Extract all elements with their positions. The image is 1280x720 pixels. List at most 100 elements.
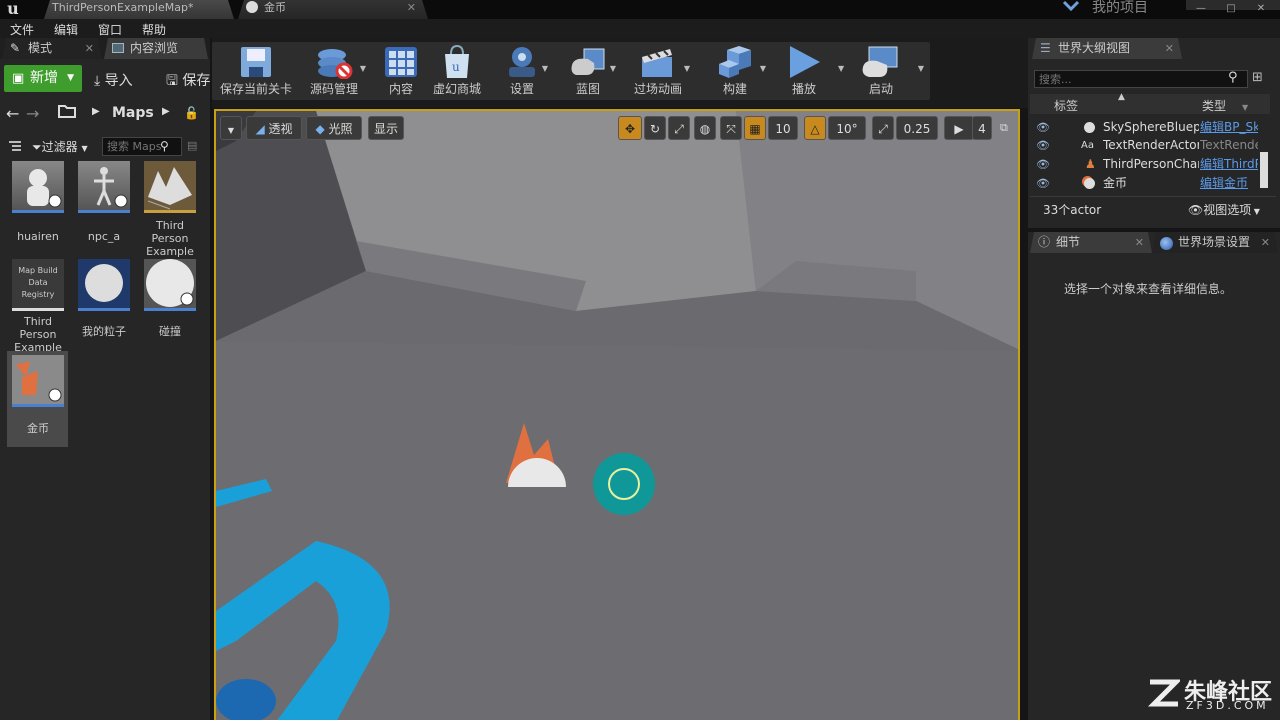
visibility-eye-icon[interactable]: 👁 [1036,118,1050,137]
chevron-down-icon[interactable]: ▼ [610,64,616,73]
show-label: 显示 [373,122,398,136]
label-column-header[interactable]: 标签 [1054,97,1078,114]
asset-thumbnail[interactable] [144,161,196,213]
asset-thumbnail[interactable] [12,161,64,213]
build-button[interactable]: 构建 ▼ [700,42,770,100]
tab-modes[interactable]: ✎ 模式 ✕ [2,38,102,59]
rotate-tool-icon[interactable]: ↻ [644,116,666,140]
maximize-viewport-icon[interactable]: ⧉ [1000,121,1008,135]
tab-coin-blueprint[interactable]: 金币 ✕ [238,0,428,19]
chevron-down-icon[interactable]: ▼ [760,64,766,73]
camera-speed-icon[interactable]: ▶ [944,116,974,140]
visibility-eye-icon[interactable]: 👁 [1036,174,1050,193]
back-arrow-icon[interactable]: ← [6,104,19,123]
actor-type-link[interactable]: 编辑ThirdPerson [1200,155,1258,174]
source-control-button[interactable]: 源码管理 ▼ [298,42,370,100]
outliner-row[interactable]: 👁 金币 编辑金币 [1030,174,1262,193]
actor-type-link[interactable]: 编辑金币 [1200,174,1258,193]
world-local-icon[interactable]: ◍ [694,116,716,140]
tab-content-browser[interactable]: 内容浏览 [104,38,208,59]
play-button[interactable]: 播放 [776,42,832,100]
visibility-eye-icon[interactable]: 👁 [1036,155,1050,174]
import-button[interactable]: ⤓ 导入 [94,70,133,90]
create-folder-icon[interactable]: ⊞ [1252,70,1263,85]
asset-thumbnail[interactable] [78,161,130,213]
actor-type-link[interactable]: 编辑BP_Sky [1200,118,1258,137]
lighting-mode-button[interactable]: ◆ 光照 [306,116,362,140]
chevron-down-icon[interactable]: ▼ [918,64,924,73]
rotation-snap-icon[interactable]: △ [804,116,826,140]
outliner-row[interactable]: 👁 SkySphereBlueprint 编辑BP_Sky [1030,118,1262,137]
close-icon[interactable]: ✕ [85,38,94,59]
camera-speed-value[interactable]: 4 [972,116,992,140]
view-options-icon[interactable]: ▤ [187,139,197,152]
details-empty-message: 选择一个对象来查看详细信息。 [1063,282,1232,296]
close-window-button[interactable]: ✕ [1246,4,1276,14]
tab-details[interactable]: ⓘ 细节 ✕ [1030,232,1152,253]
sources-toggle-icon[interactable] [8,139,22,153]
outliner-row[interactable]: 👁 Aa TextRenderActor TextRenderActor [1030,136,1262,155]
content-button[interactable]: 内容 [378,42,424,100]
menu-bar: 文件 编辑 窗口 帮助 [0,19,1280,38]
menu-window[interactable]: 窗口 [98,21,122,38]
asset-thumbnail[interactable] [12,355,64,407]
blueprints-button[interactable]: 蓝图 ▼ [558,42,618,100]
save-level-button[interactable]: 保存当前关卡 [216,42,296,100]
grid-snap-icon[interactable]: ▦ [744,116,766,140]
translate-tool-icon[interactable]: ✥ [618,116,642,140]
chevron-down-icon[interactable]: ▼ [1242,103,1248,112]
filters-button[interactable]: ⏷过滤器 ▼ [32,138,88,155]
scale-snap-icon[interactable]: ⤢ [872,116,894,140]
chevron-down-icon[interactable]: ▼ [542,64,548,73]
menu-file[interactable]: 文件 [10,21,34,38]
minimize-button[interactable]: — [1186,4,1216,14]
asset-thumbnail[interactable] [144,259,196,311]
close-icon[interactable]: ✕ [407,0,416,15]
scale-snap-value[interactable]: 0.25 [896,116,938,140]
asset-search-input[interactable] [102,137,182,156]
tab-label: 世界大纲视图 [1058,41,1131,55]
viewport-options-button[interactable]: ▼ [220,116,242,140]
folder-icon[interactable] [58,104,76,118]
view-options-button[interactable]: 👁视图选项 ▼ [1188,201,1260,218]
menu-help[interactable]: 帮助 [142,21,166,38]
import-icon: ⤓ [94,73,101,89]
close-icon[interactable]: ✕ [1165,38,1174,59]
perspective-button[interactable]: ◢ 透视 [246,116,302,140]
outliner-scrollbar[interactable] [1260,152,1268,188]
lock-icon[interactable]: 🔓 [184,106,199,120]
outliner-row[interactable]: 👁 ♟ ThirdPersonCharacter 编辑ThirdPerson [1030,155,1262,174]
blueprint-icon [571,48,605,75]
settings-button[interactable]: 设置 ▼ [494,42,550,100]
launch-button[interactable]: 启动 ▼ [852,42,924,100]
tab-level-map[interactable]: ThirdPersonExampleMap* [44,0,234,19]
forward-arrow-icon[interactable]: → [26,104,39,123]
surface-snap-icon[interactable]: ⤧ [720,116,742,140]
play-options-chevron-icon[interactable]: ▼ [838,64,844,73]
outliner-search-input[interactable] [1034,70,1248,88]
add-new-button[interactable]: ▣ 新增 ▼ [4,65,82,92]
type-column-header[interactable]: 类型 [1202,97,1226,114]
toolbar-label: 启动 [868,82,893,96]
close-icon[interactable]: ✕ [1135,232,1144,253]
close-icon[interactable]: ✕ [1261,232,1270,253]
maximize-button[interactable]: □ [1216,4,1246,14]
visibility-eye-icon[interactable]: 👁 [1036,136,1050,155]
grid-snap-value[interactable]: 10 [768,116,798,140]
rotation-snap-value[interactable]: 10° [828,116,866,140]
save-all-button[interactable]: 🖫 保存 [166,70,210,94]
tab-world-settings[interactable]: 世界场景设置 ✕ [1152,232,1278,253]
chevron-down-icon[interactable]: ▼ [360,64,366,73]
marketplace-button[interactable]: u 虚幻商城 [428,42,486,100]
show-flags-button[interactable]: 显示 [368,116,404,140]
tab-world-outliner[interactable]: ☰ 世界大纲视图 ✕ [1032,38,1182,59]
feedback-icon[interactable] [1062,0,1080,14]
level-viewport[interactable]: ▼ ◢ 透视 ◆ 光照 显示 ✥ ↻ ⤢ ◍ ⤧ ▦ 10 △ 10° ⤢ 0.… [214,109,1020,720]
asset-thumbnail[interactable]: Map Build Data Registry [12,259,64,311]
asset-thumbnail[interactable] [78,259,130,311]
menu-edit[interactable]: 编辑 [54,21,78,38]
chevron-down-icon[interactable]: ▼ [684,64,690,73]
path-folder-maps[interactable]: Maps [112,105,154,121]
scale-tool-icon[interactable]: ⤢ [668,116,690,140]
cinematics-button[interactable]: 过场动画 ▼ [624,42,692,100]
